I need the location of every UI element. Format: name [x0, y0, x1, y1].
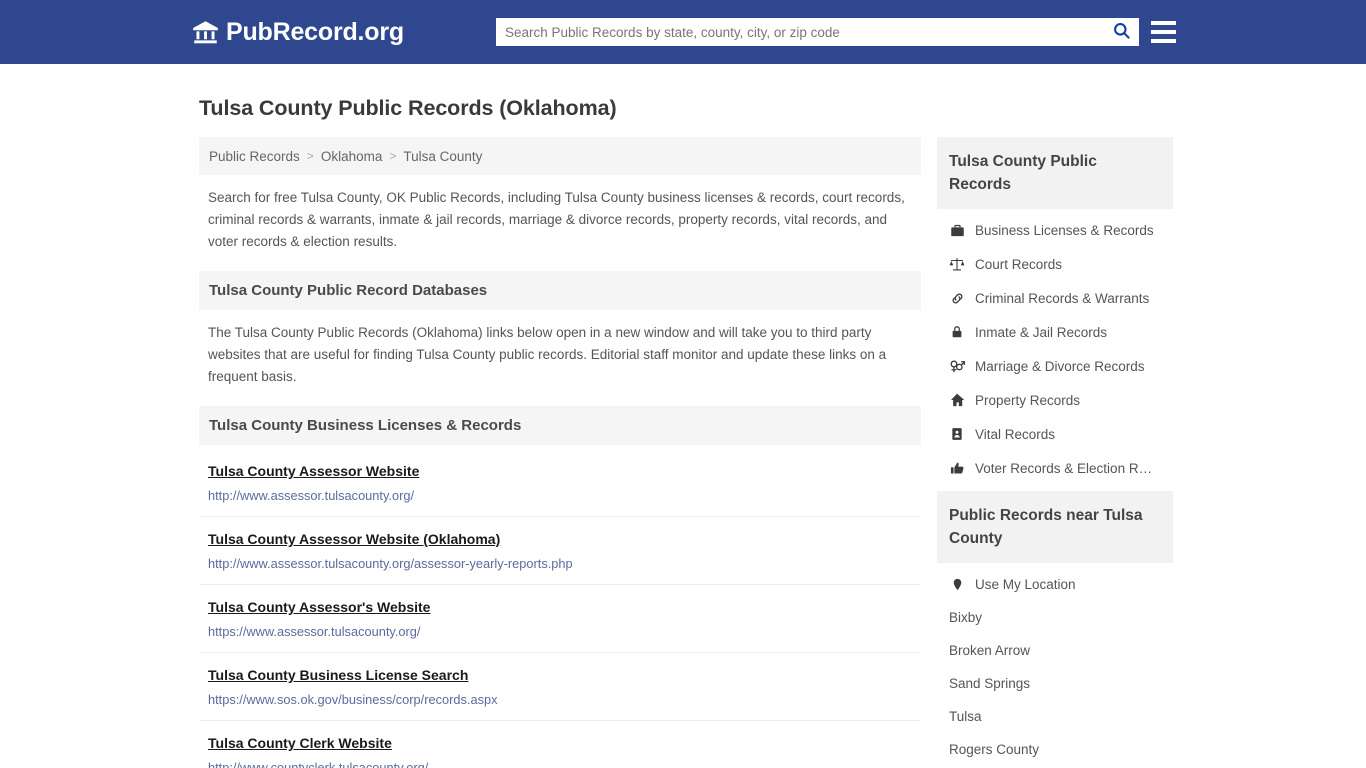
sidebar-item-label: Bixby — [949, 610, 983, 625]
sidebar-item-rogers-county[interactable]: Rogers County — [937, 733, 1173, 766]
link-url[interactable]: https://www.assessor.tulsacounty.org/ — [208, 624, 911, 639]
sidebar-near-heading: Public Records near Tulsa County — [937, 491, 1173, 563]
sidebar-item-label: Inmate & Jail Records — [975, 324, 1108, 340]
intro-paragraph: Search for free Tulsa County, OK Public … — [208, 190, 905, 249]
sidebar-item-broken-arrow[interactable]: Broken Arrow — [937, 634, 1173, 667]
thumbs-up-icon — [949, 460, 965, 476]
sidebar-item-voter-records[interactable]: Voter Records & Election R… — [937, 451, 1173, 485]
link-row: Tulsa County Assessor Website (Oklahoma)… — [199, 517, 921, 585]
sidebar-item-inmate-jail-records[interactable]: Inmate & Jail Records — [937, 315, 1173, 349]
sidebar-records-heading: Tulsa County Public Records — [937, 137, 1173, 209]
sidebar-records-box: Tulsa County Public Records Business Lic… — [937, 137, 1173, 485]
section-header-business-licenses: Tulsa County Business Licenses & Records — [199, 406, 921, 445]
hamburger-bar — [1151, 21, 1176, 25]
sidebar-item-label: Property Records — [975, 392, 1081, 408]
business-link-list: Tulsa County Assessor Website http://www… — [199, 449, 921, 768]
link-row: Tulsa County Clerk Website http://www.co… — [199, 721, 921, 768]
sidebar-item-marriage-divorce-records[interactable]: Marriage & Divorce Records — [937, 349, 1173, 383]
sidebar-item-label: Voter Records & Election R… — [975, 460, 1153, 476]
sidebar-item-court-records[interactable]: Court Records — [937, 247, 1173, 281]
home-icon — [949, 392, 965, 408]
briefcase-icon — [949, 222, 965, 238]
sidebar-item-use-my-location[interactable]: Use My Location — [937, 567, 1173, 601]
main-content: Public Records > Oklahoma > Tulsa County… — [199, 137, 921, 768]
link-title[interactable]: Tulsa County Assessor's Website — [208, 599, 430, 615]
hamburger-menu-icon[interactable] — [1151, 19, 1176, 45]
breadcrumb-separator: > — [306, 149, 314, 163]
breadcrumb-item-tulsa-county[interactable]: Tulsa County — [403, 149, 482, 164]
hamburger-bar — [1151, 39, 1176, 43]
sidebar-item-label: Use My Location — [975, 576, 1076, 592]
section-header-databases: Tulsa County Public Record Databases — [199, 271, 921, 310]
link-url[interactable]: https://www.sos.ok.gov/business/corp/rec… — [208, 692, 911, 707]
sidebar-item-property-records[interactable]: Property Records — [937, 383, 1173, 417]
link-row: Tulsa County Assessor Website http://www… — [199, 449, 921, 517]
sidebar-item-label: Broken Arrow — [949, 643, 1031, 658]
link-title[interactable]: Tulsa County Assessor Website — [208, 463, 419, 479]
search-icon — [1112, 21, 1131, 43]
sidebar-item-tulsa[interactable]: Tulsa — [937, 700, 1173, 733]
breadcrumb-item-public-records[interactable]: Public Records — [209, 149, 300, 164]
sidebar-item-label: Vital Records — [975, 426, 1056, 442]
breadcrumb-item-oklahoma[interactable]: Oklahoma — [321, 149, 383, 164]
link-row: Tulsa County Assessor's Website https://… — [199, 585, 921, 653]
sidebar-item-label: Court Records — [975, 256, 1063, 272]
balance-scale-icon — [949, 256, 965, 272]
link-url[interactable]: http://www.assessor.tulsacounty.org/asse… — [208, 556, 911, 571]
brand-name: PubRecord.org — [226, 17, 404, 46]
sidebar-item-business-licenses[interactable]: Business Licenses & Records — [937, 213, 1173, 247]
breadcrumb-separator: > — [389, 149, 397, 163]
link-title[interactable]: Tulsa County Assessor Website (Oklahoma) — [208, 531, 500, 547]
venus-mars-icon — [949, 358, 965, 374]
link-title[interactable]: Tulsa County Business License Search — [208, 667, 468, 683]
search-button[interactable] — [1104, 19, 1138, 45]
page-container: Tulsa County Public Records (Oklahoma) P… — [193, 64, 1173, 768]
sidebar: Tulsa County Public Records Business Lic… — [937, 137, 1173, 768]
sidebar-item-label: Rogers County — [949, 742, 1040, 757]
content-columns: Public Records > Oklahoma > Tulsa County… — [193, 137, 1173, 768]
sidebar-item-bixby[interactable]: Bixby — [937, 601, 1173, 634]
chain-link-icon — [949, 290, 965, 306]
sidebar-item-criminal-records[interactable]: Criminal Records & Warrants — [937, 281, 1173, 315]
sidebar-records-list: Business Licenses & Records Court Record… — [937, 209, 1173, 485]
link-title[interactable]: Tulsa County Clerk Website — [208, 735, 392, 751]
hamburger-bar — [1151, 30, 1176, 34]
site-logo[interactable]: PubRecord.org — [192, 18, 404, 47]
link-row: Tulsa County Business License Search htt… — [199, 653, 921, 721]
sidebar-near-box: Public Records near Tulsa County Use My … — [937, 491, 1173, 766]
link-url[interactable]: http://www.assessor.tulsacounty.org/ — [208, 488, 911, 503]
bank-icon — [192, 19, 219, 46]
id-card-icon — [949, 426, 965, 442]
sidebar-item-label: Criminal Records & Warrants — [975, 290, 1150, 306]
sidebar-item-vital-records[interactable]: Vital Records — [937, 417, 1173, 451]
map-pin-icon — [949, 576, 965, 592]
sidebar-item-label: Business Licenses & Records — [975, 222, 1154, 238]
lock-icon — [949, 324, 965, 340]
sidebar-item-label: Marriage & Divorce Records — [975, 358, 1145, 374]
search-bar — [496, 18, 1139, 46]
search-input[interactable] — [497, 19, 1104, 45]
link-url[interactable]: http://www.countyclerk.tulsacounty.org/ — [208, 760, 911, 768]
sidebar-item-label: Tulsa — [949, 709, 982, 724]
databases-paragraph: The Tulsa County Public Records (Oklahom… — [208, 325, 887, 384]
site-header: PubRecord.org — [0, 0, 1366, 64]
breadcrumb: Public Records > Oklahoma > Tulsa County — [199, 137, 921, 175]
sidebar-item-sand-springs[interactable]: Sand Springs — [937, 667, 1173, 700]
sidebar-near-list: Use My Location Bixby Broken Arrow Sand … — [937, 563, 1173, 766]
sidebar-item-label: Sand Springs — [949, 676, 1031, 691]
page-title: Tulsa County Public Records (Oklahoma) — [199, 96, 617, 120]
